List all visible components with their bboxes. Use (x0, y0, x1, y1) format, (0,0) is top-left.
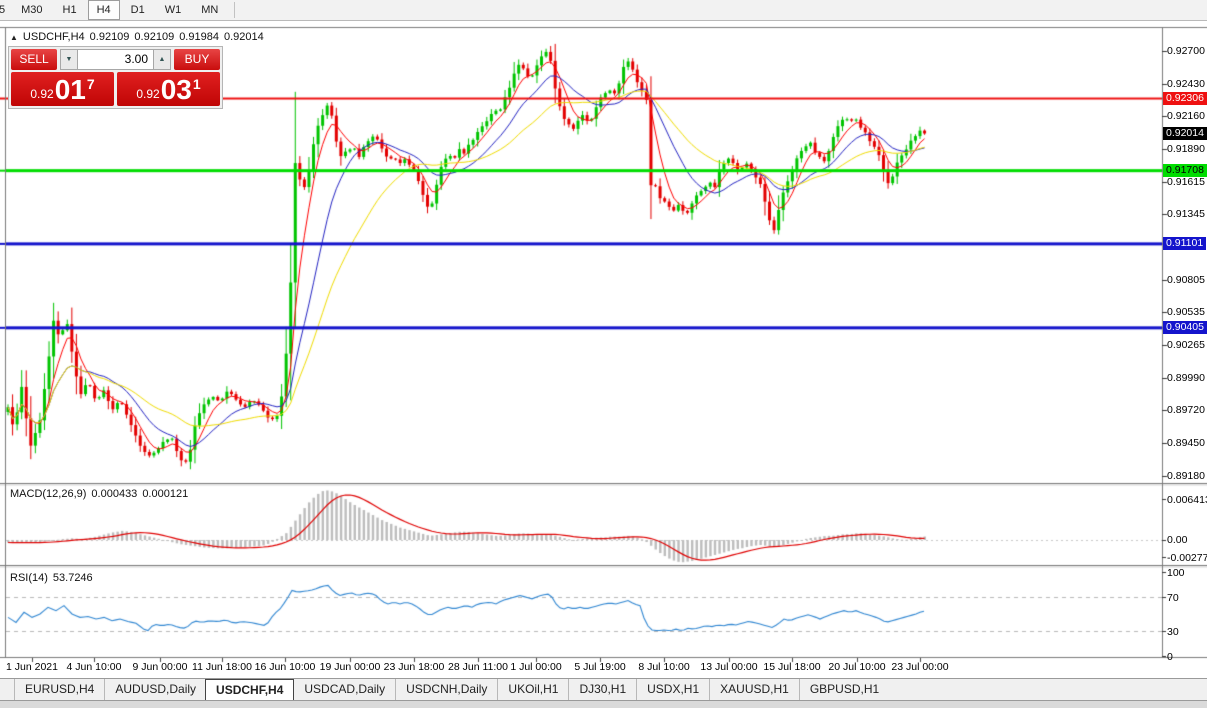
date-tick-label: 1 Jul 00:00 (510, 661, 561, 673)
buy-price-button[interactable]: 0.92 03 1 (117, 72, 220, 106)
rsi-axis-label: 30 (1167, 626, 1179, 638)
volume-increase-icon[interactable]: ▲ (153, 49, 171, 70)
chart-tab-xauusd[interactable]: XAUUSD,H1 (709, 679, 799, 701)
macd-title: MACD(12,26,9) 0.000433 0.000121 (10, 488, 188, 500)
price-tick-label: 0.92160 (1167, 110, 1205, 122)
chart-tab-usdx[interactable]: USDX,H1 (636, 679, 709, 701)
terminal-window: 5M30H1H4D1W1MN ▲ USDCHF,H4 0.92109 0.92109 0… (0, 0, 1207, 708)
sell-price-big: 01 (55, 76, 86, 104)
price-badge: 0.90405 (1163, 321, 1207, 334)
macd-value-main: 0.000433 (91, 488, 137, 500)
volume-decrease-icon[interactable]: ▼ (60, 49, 78, 70)
price-tick-label: 0.89720 (1167, 404, 1205, 416)
timeframe-button-5[interactable]: 5 (0, 0, 10, 20)
date-tick-label: 9 Jun 00:00 (133, 661, 188, 673)
date-tick-label: 19 Jun 00:00 (320, 661, 381, 673)
date-tick-label: 20 Jul 10:00 (828, 661, 885, 673)
collapse-panel-icon[interactable]: ▲ (10, 33, 18, 42)
chart-tab-gbpusd[interactable]: GBPUSD,H1 (799, 679, 889, 701)
timeframe-button-w1[interactable]: W1 (156, 0, 191, 20)
date-tick-label: 5 Jul 19:00 (574, 661, 625, 673)
buy-price-big: 03 (161, 76, 192, 104)
buy-price-sup: 1 (193, 76, 201, 92)
price-tick-label: 0.90805 (1167, 274, 1205, 286)
sell-price-base: 0.92 (30, 87, 53, 101)
sell-price-sup: 7 (87, 76, 95, 92)
rsi-axis-label: 70 (1167, 592, 1179, 604)
price-tick-label: 0.89450 (1167, 437, 1205, 449)
ohlc-open: 0.92109 (90, 31, 130, 43)
macd-label: MACD(12,26,9) (10, 488, 86, 500)
toolbar-separator (234, 2, 235, 18)
chart-header: ▲ USDCHF,H4 0.92109 0.92109 0.91984 0.92014 (10, 31, 264, 43)
price-badge: 0.92306 (1163, 92, 1207, 105)
buy-button[interactable]: BUY (174, 49, 220, 70)
symbol-label: USDCHF,H4 (23, 31, 85, 43)
volume-field[interactable]: 3.00 (78, 49, 153, 70)
sell-price-button[interactable]: 0.92 01 7 (11, 72, 114, 106)
price-tick-label: 0.92700 (1167, 45, 1205, 57)
horizontal-scrollbar[interactable] (0, 700, 1207, 708)
timeframe-toolbar: 5M30H1H4D1W1MN (0, 0, 1207, 21)
rsi-title: RSI(14) 53.7246 (10, 572, 93, 584)
price-tick-label: 0.91615 (1167, 176, 1205, 188)
rsi-axis-label: 100 (1167, 567, 1185, 579)
date-tick-label: 8 Jul 10:00 (638, 661, 689, 673)
price-tick-label: 0.89990 (1167, 372, 1205, 384)
tab-spacer (0, 679, 14, 701)
price-tick-label: 0.91345 (1167, 208, 1205, 220)
price-badge: 0.92014 (1163, 127, 1207, 140)
price-tick-label: 0.89180 (1167, 470, 1205, 482)
buy-price-base: 0.92 (136, 87, 159, 101)
date-tick-label: 28 Jun 11:00 (448, 661, 508, 673)
timeframe-button-m30[interactable]: M30 (12, 0, 51, 20)
price-tick-label: 0.92430 (1167, 78, 1205, 90)
chart-tab-usdcnh[interactable]: USDCNH,Daily (395, 679, 497, 701)
timeframe-button-h4[interactable]: H4 (88, 0, 120, 20)
ohlc-high: 0.92109 (134, 31, 174, 43)
date-tick-label: 1 Jun 2021 (6, 661, 58, 673)
one-click-trade-panel: SELL ▼ 3.00 ▲ BUY 0.92 01 7 0.92 03 1 (8, 46, 223, 109)
ohlc-low: 0.91984 (179, 31, 219, 43)
sell-button[interactable]: SELL (11, 49, 57, 70)
chart-tab-eurusd[interactable]: EURUSD,H4 (14, 679, 104, 701)
macd-axis-label: 0.006413 (1167, 494, 1207, 506)
date-tick-label: 4 Jun 10:00 (67, 661, 122, 673)
chart-tab-ukoil[interactable]: UKOil,H1 (497, 679, 568, 701)
ohlc-close: 0.92014 (224, 31, 264, 43)
chart-tab-audusd[interactable]: AUDUSD,Daily (104, 679, 206, 701)
timeframe-button-d1[interactable]: D1 (122, 0, 154, 20)
price-badge: 0.91101 (1163, 237, 1206, 250)
price-tick-label: 0.90265 (1167, 339, 1205, 351)
chart-tab-dj30[interactable]: DJ30,H1 (568, 679, 636, 701)
timeframe-button-h1[interactable]: H1 (54, 0, 86, 20)
date-tick-label: 15 Jul 18:00 (763, 661, 820, 673)
chart-tab-bar: EURUSD,H4AUDUSD,DailyUSDCHF,H4USDCAD,Dai… (0, 678, 1207, 701)
macd-axis-label: 0.00 (1167, 534, 1187, 546)
timeframe-button-mn[interactable]: MN (192, 0, 227, 20)
chart-tab-usdcad[interactable]: USDCAD,Daily (294, 679, 395, 701)
date-tick-label: 16 Jun 10:00 (255, 661, 316, 673)
rsi-axis-label: 0 (1167, 651, 1173, 663)
chart-tab-usdchf[interactable]: USDCHF,H4 (205, 679, 294, 701)
price-tick-label: 0.91890 (1167, 143, 1205, 155)
rsi-label: RSI(14) (10, 572, 48, 584)
price-tick-label: 0.90535 (1167, 306, 1205, 318)
macd-axis-label: -0.002772 (1167, 552, 1207, 564)
date-tick-label: 23 Jun 18:00 (384, 661, 445, 673)
date-tick-label: 23 Jul 00:00 (891, 661, 948, 673)
rsi-value: 53.7246 (53, 572, 93, 584)
price-badge: 0.91708 (1163, 164, 1207, 177)
date-tick-label: 11 Jun 18:00 (192, 661, 252, 673)
volume-stepper: ▼ 3.00 ▲ (60, 49, 171, 70)
date-tick-label: 13 Jul 00:00 (700, 661, 757, 673)
macd-value-signal: 0.000121 (142, 488, 188, 500)
